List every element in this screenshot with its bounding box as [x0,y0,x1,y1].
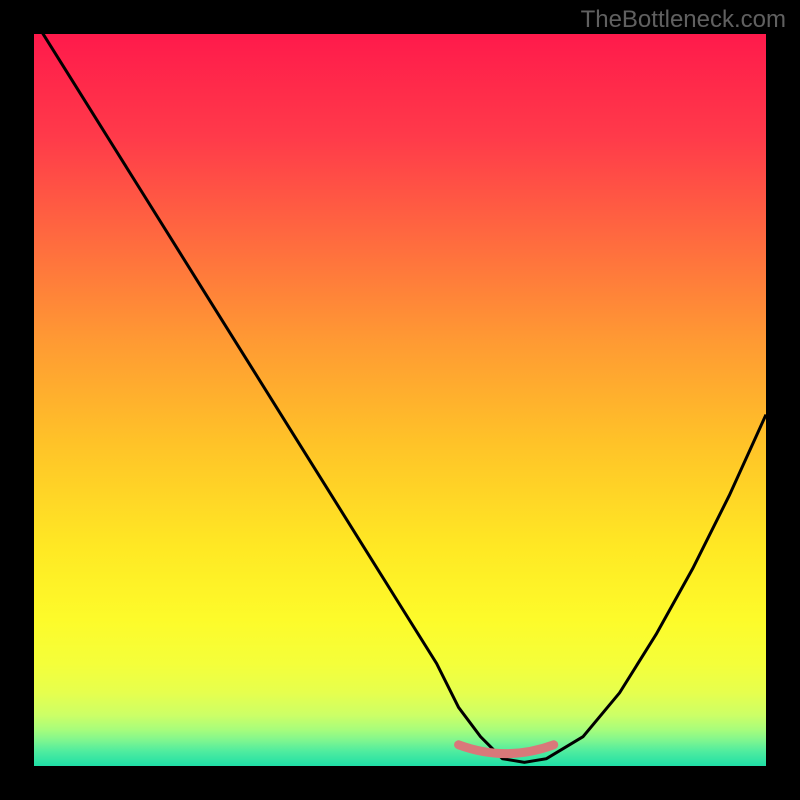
chart-frame: TheBottleneck.com [0,0,800,800]
plot-area [34,34,766,766]
bottleneck-plot [34,34,766,766]
watermark-text: TheBottleneck.com [581,6,786,34]
gradient-background [34,34,766,766]
